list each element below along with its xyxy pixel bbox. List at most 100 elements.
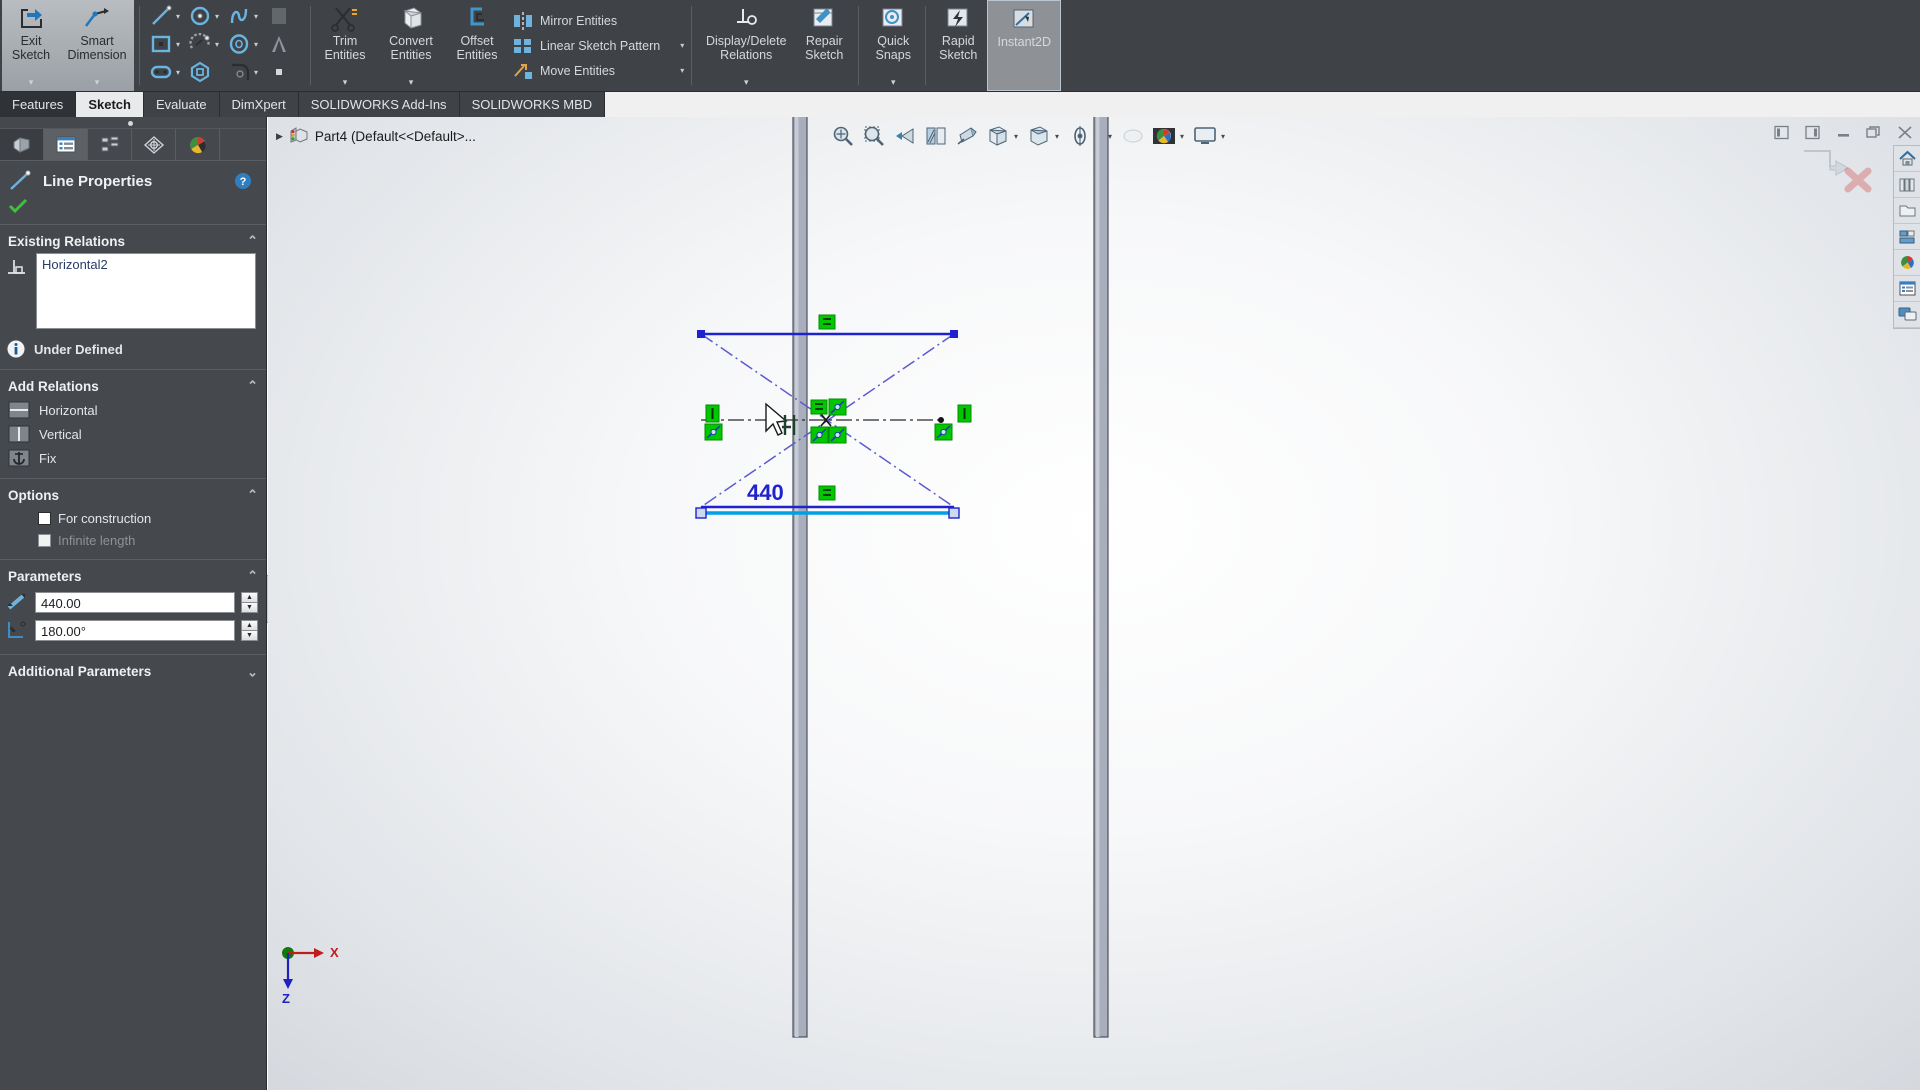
relation-coincident-center-2[interactable] [811,427,828,443]
smart-dimension-dropdown-caret[interactable]: ▾ [60,76,134,89]
panel-pin-row[interactable] [0,117,266,129]
chevron-up-icon[interactable]: ⌃ [247,233,258,249]
hatch-tool[interactable] [264,4,303,29]
option-for-construction[interactable]: For construction [0,507,266,529]
green-check-icon[interactable] [8,198,266,214]
mirror-entities-button[interactable]: Mirror Entities [512,8,684,33]
relation-equal-bottom[interactable] [819,486,835,500]
point-tool[interactable] [264,60,303,85]
arc-caret[interactable]: ▾ [215,40,223,49]
circle-tool[interactable]: ▾ [186,4,225,29]
offset-entities-button[interactable]: Offset Entities [448,0,506,91]
tab-sketch[interactable]: Sketch [76,92,144,117]
convert-entities-button[interactable]: Convert Entities ▾ [374,0,448,91]
dimension-label-440[interactable]: 440 [747,480,784,505]
display-delete-relations-caret[interactable]: ▾ [697,76,795,89]
chevron-down-icon[interactable]: ⌃ [247,663,258,679]
relation-vertical-right[interactable] [958,405,971,422]
linear-sketch-pattern-caret[interactable]: ▾ [666,41,684,50]
length-stepper-down[interactable]: ▼ [241,602,258,613]
manager-tab-property-manager[interactable] [44,129,88,160]
angle-input[interactable]: 180.00° [35,620,235,641]
chevron-up-icon-2[interactable]: ⌃ [247,378,258,394]
parameters-header[interactable]: Parameters ⌃ [0,562,266,588]
rapid-sketch-button[interactable]: Rapid Sketch [929,0,987,91]
additional-parameters-header[interactable]: Additional Parameters ⌃ [0,657,266,683]
slot-tool[interactable]: ▾ [147,60,186,85]
spline-caret[interactable]: ▾ [254,12,262,21]
tab-evaluate[interactable]: Evaluate [144,92,220,117]
angle-stepper-down[interactable]: ▼ [241,630,258,641]
circle-caret[interactable]: ▾ [215,12,223,21]
fillet-caret[interactable]: ▾ [254,68,262,77]
add-relation-horizontal-label: Horizontal [39,403,98,418]
exit-sketch-button[interactable]: Exit Sketch ▾ [2,0,60,91]
quick-snaps-caret[interactable]: ▾ [864,76,922,89]
move-entities-caret[interactable]: ▾ [666,66,684,75]
quick-snaps-button[interactable]: Quick Snaps ▾ [864,0,922,91]
sketch-fillet-tool[interactable]: ▾ [225,60,264,85]
sketch-line-bottom-selected[interactable] [696,507,959,518]
arc-tool[interactable]: ▾ [186,32,225,57]
add-relations-header[interactable]: Add Relations ⌃ [0,372,266,398]
chevron-up-icon-4[interactable]: ⌃ [247,568,258,584]
length-input[interactable]: 440.00 [35,592,235,613]
list-item[interactable]: Horizontal2 [42,257,250,272]
exit-sketch-dropdown-caret[interactable]: ▾ [2,76,60,89]
convert-entities-caret[interactable]: ▾ [374,76,448,89]
relation-vertical-left[interactable] [706,405,719,422]
ellipse-caret[interactable]: ▾ [254,40,262,49]
line-tool[interactable]: ▾ [147,4,186,29]
manager-tab-configuration-manager[interactable] [88,129,132,160]
relation-equal-center[interactable] [811,400,827,414]
sketch-line-top[interactable] [697,330,958,338]
repair-sketch-button[interactable]: Repair Sketch [795,0,853,91]
instant2d-button[interactable]: Instant2D [987,0,1061,91]
existing-relations-header[interactable]: Existing Relations ⌃ [0,227,266,253]
for-construction-checkbox[interactable] [38,512,51,525]
existing-relations-list[interactable]: Horizontal2 [36,253,256,329]
rectangle-caret[interactable]: ▾ [176,40,184,49]
relation-coincident-left[interactable] [705,424,722,440]
angle-stepper-up[interactable]: ▲ [241,620,258,630]
tab-features[interactable]: Features [0,92,76,117]
polygon-tool[interactable] [186,60,225,85]
relation-coincident-right[interactable] [935,424,952,440]
relation-coincident-center-1[interactable] [829,399,846,415]
add-relation-fix[interactable]: Fix [0,446,266,470]
rectangle-tool[interactable]: ▾ [147,32,186,57]
chevron-up-icon-3[interactable]: ⌃ [247,487,258,503]
sketch-canvas[interactable]: 440 [268,117,1920,1090]
slot-caret[interactable]: ▾ [176,68,184,77]
help-icon[interactable]: ? [234,172,252,190]
manager-tab-display-manager[interactable] [176,129,220,160]
line-caret[interactable]: ▾ [176,12,184,21]
add-relation-vertical[interactable]: Vertical [0,422,266,446]
add-relation-horizontal[interactable]: Horizontal [0,398,266,422]
ellipse-tool[interactable]: ▾ [225,32,264,57]
text-a-icon [266,32,292,57]
ribbon-divider-3 [691,6,692,85]
length-stepper[interactable]: ▲▼ [241,592,258,613]
spline-tool[interactable]: ▾ [225,4,264,29]
length-stepper-up[interactable]: ▲ [241,592,258,602]
trim-entities-caret[interactable]: ▾ [316,76,374,89]
angle-stepper[interactable]: ▲▼ [241,620,258,641]
tab-solidworks-add-ins[interactable]: SOLIDWORKS Add-Ins [299,92,460,117]
tab-dimxpert[interactable]: DimXpert [220,92,299,117]
relation-equal-top[interactable] [819,315,835,329]
manager-tab-feature-tree[interactable] [0,129,44,160]
display-delete-relations-icon [731,4,761,34]
smart-dimension-button[interactable]: Smart Dimension ▾ [60,0,134,91]
manager-tab-dimxpert-manager[interactable] [132,129,176,160]
options-header[interactable]: Options ⌃ [0,481,266,507]
relation-coincident-center-3[interactable] [829,427,846,443]
display-delete-relations-button[interactable]: Display/Delete Relations ▾ [697,0,795,91]
text-tool[interactable] [264,32,303,57]
angle-param-icon [5,619,29,641]
tab-solidworks-mbd[interactable]: SOLIDWORKS MBD [460,92,606,117]
graphics-area[interactable]: ▶ Part4 (Default<<Default>... [268,117,1920,1090]
move-entities-button[interactable]: Move Entities ▾ [512,58,684,83]
trim-entities-button[interactable]: Trim Entities ▾ [316,0,374,91]
linear-sketch-pattern-button[interactable]: Linear Sketch Pattern ▾ [512,33,684,58]
